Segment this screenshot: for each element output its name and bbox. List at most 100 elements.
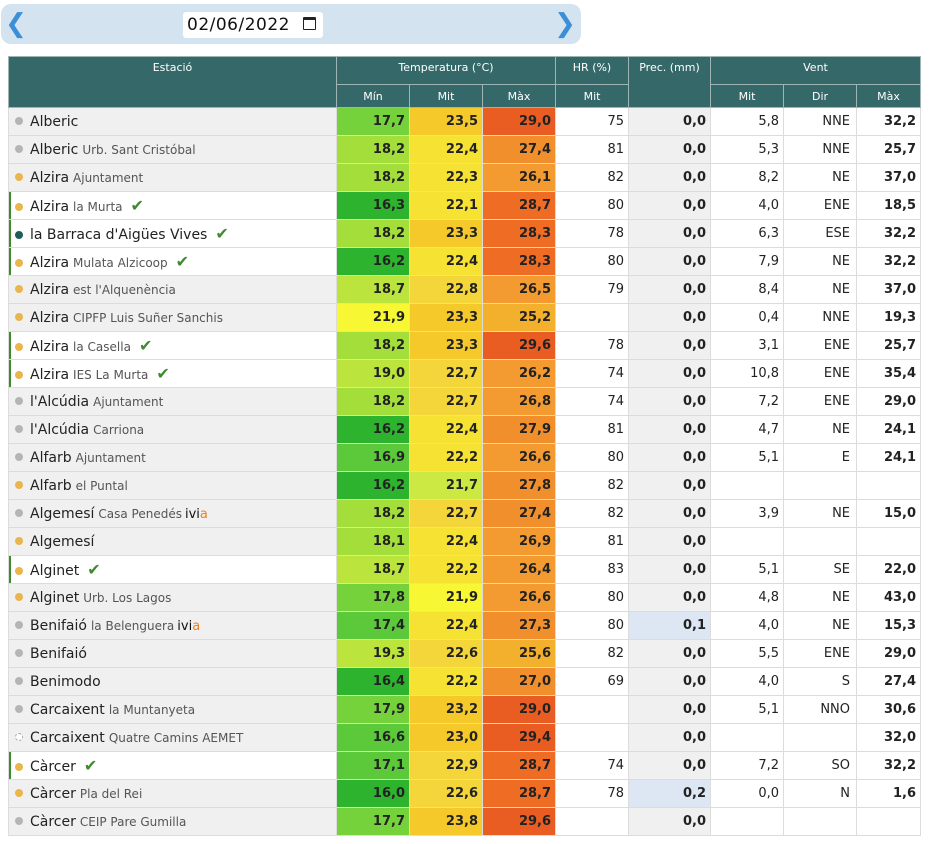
precipitation-cell: 0,0 — [628, 751, 712, 780]
station-cell[interactable]: Alzira Ajuntament — [8, 163, 337, 192]
table-row[interactable]: Alberic Urb. Sant Cristóbal 18,2 22,4 27,4 81… — [8, 135, 922, 164]
station-name[interactable]: Algemesí — [30, 534, 94, 550]
temp-mit-cell: 22,4 — [409, 415, 483, 444]
station-name[interactable]: Alfarb — [30, 478, 72, 494]
station-cell[interactable]: l'Alcúdia Ajuntament — [8, 387, 337, 416]
station-cell[interactable]: Benifaió la Belenguera ivia — [8, 611, 337, 640]
station-name[interactable]: Alzira — [30, 367, 69, 383]
station-name[interactable]: Alzira — [30, 255, 69, 271]
temp-min-cell: 16,6 — [336, 723, 410, 752]
station-name[interactable]: Alzira — [30, 282, 69, 298]
station-cell[interactable]: Càrcer ✔ — [8, 751, 337, 780]
station-name[interactable]: la Barraca d'Aigües Vives — [30, 227, 207, 243]
station-name[interactable]: Benimodo — [30, 674, 101, 690]
calendar-icon[interactable] — [303, 17, 316, 30]
station-cell[interactable]: Algemesí — [8, 527, 337, 556]
station-name[interactable]: Carcaixent — [30, 730, 105, 746]
station-cell[interactable]: Carcaixent Quatre Camins AEMET — [8, 723, 337, 752]
station-name[interactable]: Alzira — [30, 339, 69, 355]
station-name[interactable]: Càrcer — [30, 786, 76, 802]
previous-day-chevron-icon[interactable]: ❮ — [5, 10, 27, 38]
station-cell[interactable]: Càrcer CEIP Pare Gumilla — [8, 807, 337, 836]
station-cell[interactable]: Benimodo — [8, 667, 337, 696]
station-name[interactable]: l'Alcúdia — [30, 422, 89, 438]
station-name[interactable]: Càrcer — [30, 759, 76, 775]
table-row[interactable]: Alberic 17,7 23,5 29,0 75 0,0 5,8 NNE 32,2 — [8, 107, 922, 136]
next-day-chevron-icon[interactable]: ❯ — [554, 10, 576, 38]
table-row[interactable]: Algemesí Casa Penedés ivia 18,2 22,7 27,4 82 0,… — [8, 499, 922, 528]
station-name[interactable]: Alberic — [30, 114, 78, 130]
station-cell[interactable]: Càrcer Pla del Rei — [8, 779, 337, 808]
table-row[interactable]: Alzira Mulata Alzicoop ✔ 16,2 22,4 28,3 80 0,0 7… — [8, 247, 922, 276]
table-row[interactable]: Alginet Urb. Los Lagos 17,8 21,9 26,6 80 0,0 4,… — [8, 583, 922, 612]
table-row[interactable]: Càrcer ✔ 17,1 22,9 28,7 74 0,0 7,2 SO 32,2 — [8, 751, 922, 780]
station-cell[interactable]: Alzira CIPFP Luis Suñer Sanchis — [8, 303, 337, 332]
station-name[interactable]: Càrcer — [30, 814, 76, 830]
station-name[interactable]: Alzira — [30, 199, 69, 215]
table-row[interactable]: l'Alcúdia Carriona 16,2 22,4 27,9 81 0,0 4,7 NE 2… — [8, 415, 922, 444]
table-row[interactable]: Alginet ✔ 18,7 22,2 26,4 83 0,0 5,1 SE 22,0 — [8, 555, 922, 584]
temp-min-cell: 21,9 — [336, 303, 410, 332]
wind-max-cell — [856, 527, 922, 556]
table-row[interactable]: Alzira CIPFP Luis Suñer Sanchis 21,9 23,3 25… — [8, 303, 922, 332]
station-cell[interactable]: Alfarb Ajuntament — [8, 443, 337, 472]
table-row[interactable]: Benimodo 16,4 22,2 27,0 69 0,0 4,0 S 27,4 — [8, 667, 922, 696]
table-row[interactable]: Alfarb Ajuntament 16,9 22,2 26,6 80 0,0 5,1 E 24,… — [8, 443, 922, 472]
station-cell[interactable]: Carcaixent la Muntanyeta — [8, 695, 337, 724]
temp-min-cell: 18,2 — [336, 163, 410, 192]
table-row[interactable]: Algemesí 18,1 22,4 26,9 81 0,0 — [8, 527, 922, 556]
station-name[interactable]: Benifaió — [30, 618, 87, 634]
station-name[interactable]: Alginet — [30, 563, 79, 579]
station-name[interactable]: Benifaió — [30, 646, 87, 662]
station-name[interactable]: Alfarb — [30, 450, 72, 466]
station-cell[interactable]: l'Alcúdia Carriona — [8, 415, 337, 444]
station-name[interactable]: Alginet — [30, 590, 79, 606]
temp-mit-cell: 22,4 — [409, 527, 483, 556]
temp-mit-cell: 22,4 — [409, 611, 483, 640]
table-row[interactable]: Carcaixent Quatre Camins AEMET 16,6 23,0 29,… — [8, 723, 922, 752]
table-row[interactable]: Càrcer Pla del Rei 16,0 22,6 28,7 78 0,2 0,0 N 1,… — [8, 779, 922, 808]
station-cell[interactable]: Alzira la Casella ✔ — [8, 331, 337, 360]
wind-mit-cell: 4,0 — [710, 611, 785, 640]
wind-dir-cell: NE — [783, 499, 858, 528]
table-row[interactable]: Alzira est l'Alquenència 18,7 22,8 26,5 79 0,0… — [8, 275, 922, 304]
station-name[interactable]: Alzira — [30, 170, 69, 186]
station-cell[interactable]: Benifaió — [8, 639, 337, 668]
table-row[interactable]: l'Alcúdia Ajuntament 18,2 22,7 26,8 74 0,0 7,2 E… — [8, 387, 922, 416]
station-cell[interactable]: Alzira la Murta ✔ — [8, 191, 337, 220]
wind-mit-cell: 5,5 — [710, 639, 785, 668]
station-name[interactable]: Alzira — [30, 310, 69, 326]
table-row[interactable]: Alzira Ajuntament 18,2 22,3 26,1 82 0,0 8,2 NE 37… — [8, 163, 922, 192]
station-name[interactable]: Algemesí — [30, 506, 94, 522]
temp-max-cell: 28,7 — [481, 191, 557, 220]
station-cell[interactable]: Alginet ✔ — [8, 555, 337, 584]
station-cell[interactable]: Alginet Urb. Los Lagos — [8, 583, 337, 612]
station-cell[interactable]: Alzira est l'Alquenència — [8, 275, 337, 304]
table-row[interactable]: Benifaió la Belenguera ivia 17,4 22,4 27,3 80 0… — [8, 611, 922, 640]
station-cell[interactable]: Alberic Urb. Sant Cristóbal — [8, 135, 337, 164]
table-row[interactable]: Carcaixent la Muntanyeta 17,9 23,2 29,0 0,0 5,… — [8, 695, 922, 724]
station-cell[interactable]: Algemesí Casa Penedés ivia — [8, 499, 337, 528]
station-name[interactable]: l'Alcúdia — [30, 394, 89, 410]
station-cell[interactable]: Alzira Mulata Alzicoop ✔ — [8, 247, 337, 276]
temp-mit-cell: 22,2 — [409, 667, 483, 696]
temp-mit-cell: 22,6 — [409, 779, 483, 808]
station-cell[interactable]: la Barraca d'Aigües Vives ✔ — [8, 219, 337, 248]
station-cell[interactable]: Alzira IES La Murta ✔ — [8, 359, 337, 388]
table-row[interactable]: Alfarb el Puntal 16,2 21,7 27,8 82 0,0 — [8, 471, 922, 500]
table-row[interactable]: Alzira IES La Murta ✔ 19,0 22,7 26,2 74 0,0 10,8… — [8, 359, 922, 388]
station-cell[interactable]: Alberic — [8, 107, 337, 136]
table-row[interactable]: Benifaió 19,3 22,6 25,6 82 0,0 5,5 ENE 29,0 — [8, 639, 922, 668]
station-name[interactable]: Alberic — [30, 142, 78, 158]
wind-max-cell: 24,1 — [856, 443, 922, 472]
table-row[interactable]: Càrcer CEIP Pare Gumilla 17,7 23,8 29,6 0,0 — [8, 807, 922, 836]
station-name[interactable]: Carcaixent — [30, 702, 105, 718]
table-row[interactable]: la Barraca d'Aigües Vives ✔ 18,2 23,3 28,3 78… — [8, 219, 922, 248]
date-input[interactable]: 02/06/2022 — [183, 12, 323, 38]
station-location: Carriona — [93, 422, 145, 437]
station-location: el Puntal — [75, 478, 128, 493]
station-cell[interactable]: Alfarb el Puntal — [8, 471, 337, 500]
temp-max-cell: 26,8 — [481, 387, 557, 416]
table-row[interactable]: Alzira la Casella ✔ 18,2 23,3 29,6 78 0,0 3,1 ENE… — [8, 331, 922, 360]
table-row[interactable]: Alzira la Murta ✔ 16,3 22,1 28,7 80 0,0 4,0 ENE 18… — [8, 191, 922, 220]
